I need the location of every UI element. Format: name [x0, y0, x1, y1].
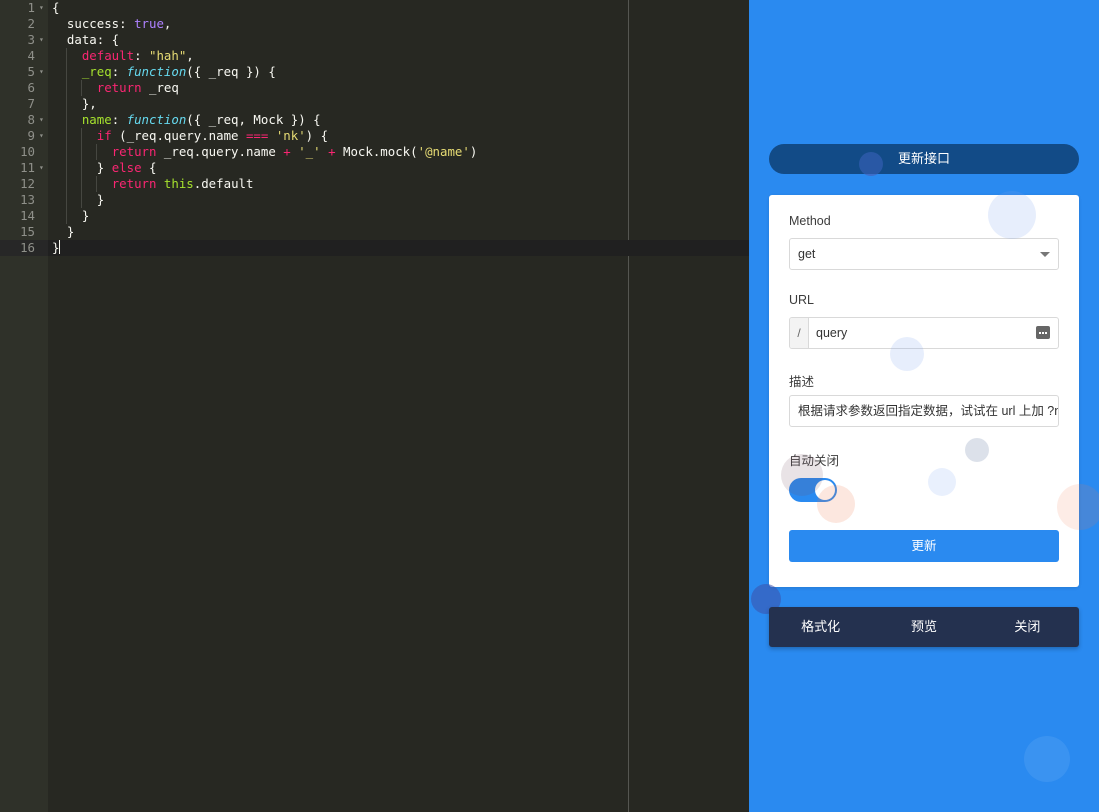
code-text: } — [52, 208, 90, 223]
preview-button[interactable]: 预览 — [872, 607, 975, 647]
line-number: 1 — [27, 0, 35, 15]
code-line[interactable]: 14 } — [0, 208, 749, 224]
panel-title: 更新接口 — [769, 144, 1079, 174]
auto-close-toggle[interactable] — [789, 478, 837, 502]
url-prefix: / — [790, 318, 809, 348]
toggle-knob — [815, 480, 835, 500]
url-field[interactable]: / query — [789, 317, 1059, 349]
code-line[interactable]: 9 ▾ if (_req.query.name === 'nk') { — [0, 128, 749, 144]
line-number: 5 — [27, 64, 35, 79]
code-text: success: true, — [66, 16, 172, 31]
code-text: }, — [52, 96, 97, 111]
code-text: return _req — [96, 80, 179, 95]
api-form-card: Method get URL / query 描述 根据请求参数返回指定数据，试… — [769, 191, 1099, 587]
code-text: data: { — [66, 32, 120, 47]
code-line[interactable]: 10 return _req.query.name + '_' + Mock.m… — [0, 144, 749, 160]
line-number: 4 — [27, 48, 35, 63]
method-label: Method — [789, 214, 831, 228]
code-line[interactable]: 8 ▾ name: function({ _req, Mock }) { — [0, 112, 749, 128]
decorative-bubble — [1024, 736, 1070, 782]
description-value: 根据请求参数返回指定数据，试试在 url 上加 ?name=nk — [798, 404, 1058, 418]
code-line[interactable]: 2 success: true, — [0, 16, 749, 32]
method-select[interactable]: get — [789, 238, 1059, 270]
code-lines[interactable]: 1 ▾ { 2 success: true, 3 ▾ data: { 4 defau… — [0, 0, 749, 256]
code-line[interactable]: 11 ▾ } else { — [0, 160, 749, 176]
fold-arrow-icon[interactable]: ▾ — [39, 64, 44, 80]
code-line[interactable]: 13 } — [0, 192, 749, 208]
code-line[interactable]: 3 ▾ data: { — [0, 32, 749, 48]
more-icon[interactable] — [1036, 326, 1050, 339]
line-number: 13 — [20, 192, 35, 207]
fold-arrow-icon[interactable]: ▾ — [39, 0, 44, 16]
description-label: 描述 — [789, 375, 815, 389]
text-cursor — [59, 240, 61, 254]
code-text: } else { — [52, 160, 157, 175]
url-label: URL — [789, 293, 815, 307]
line-number: 11 — [20, 160, 35, 175]
format-button[interactable]: 格式化 — [769, 607, 872, 647]
code-line[interactable]: 5 ▾ _req: function({ _req }) { — [0, 64, 749, 80]
api-editor-panel: 更新接口 Method get URL / query 描述 根据请求参数返回指… — [749, 0, 1099, 812]
line-number: 6 — [27, 80, 35, 95]
chevron-down-icon — [1040, 252, 1050, 257]
line-number: 9 — [27, 128, 35, 143]
code-line[interactable]: 12 return this.default — [0, 176, 749, 192]
url-input[interactable]: query — [816, 318, 847, 348]
code-text: default: "hah", — [81, 48, 194, 63]
code-text: } — [52, 224, 75, 239]
line-number: 14 — [20, 208, 35, 223]
line-number: 12 — [20, 176, 35, 191]
auto-close-label: 自动关闭 — [789, 454, 840, 468]
code-line[interactable]: 1 ▾ { — [0, 0, 749, 16]
code-text: return _req.query.name + '_' + Mock.mock… — [111, 144, 478, 159]
code-text: return this.default — [111, 176, 254, 191]
fold-arrow-icon[interactable]: ▾ — [39, 128, 44, 144]
fold-arrow-icon[interactable]: ▾ — [39, 160, 44, 176]
decorative-bubble — [988, 191, 1036, 239]
code-text: if (_req.query.name === 'nk') { — [96, 128, 329, 143]
code-text: } — [52, 240, 61, 255]
code-text: } — [52, 192, 105, 207]
decorative-bubble — [928, 468, 956, 496]
code-text: name: function({ _req, Mock }) { — [81, 112, 321, 127]
close-button[interactable]: 关闭 — [976, 607, 1079, 647]
line-number: 10 — [20, 144, 35, 159]
line-number: 2 — [27, 16, 35, 31]
decorative-bubble — [965, 438, 989, 462]
fold-arrow-icon[interactable]: ▾ — [39, 112, 44, 128]
code-text: { — [52, 0, 60, 15]
line-number: 7 — [27, 96, 35, 111]
decorative-bubble — [1057, 484, 1099, 530]
code-line[interactable]: 7 }, — [0, 96, 749, 112]
fold-arrow-icon[interactable]: ▾ — [39, 32, 44, 48]
update-button[interactable]: 更新 — [789, 530, 1059, 562]
description-input[interactable]: 根据请求参数返回指定数据，试试在 url 上加 ?name=nk — [789, 395, 1059, 427]
footer-toolbar: 格式化 预览 关闭 — [769, 607, 1079, 647]
code-editor[interactable]: 1 ▾ { 2 success: true, 3 ▾ data: { 4 defau… — [0, 0, 749, 812]
code-text: _req: function({ _req }) { — [81, 64, 276, 79]
code-line-active[interactable]: 16 } — [0, 240, 749, 256]
line-number: 15 — [20, 224, 35, 239]
code-line[interactable]: 15 } — [0, 224, 749, 240]
line-number: 8 — [27, 112, 35, 127]
code-line[interactable]: 6 return _req — [0, 80, 749, 96]
method-select-value: get — [798, 247, 816, 261]
line-number: 16 — [20, 240, 35, 255]
code-line[interactable]: 4 default: "hah", — [0, 48, 749, 64]
line-number: 3 — [27, 32, 35, 47]
